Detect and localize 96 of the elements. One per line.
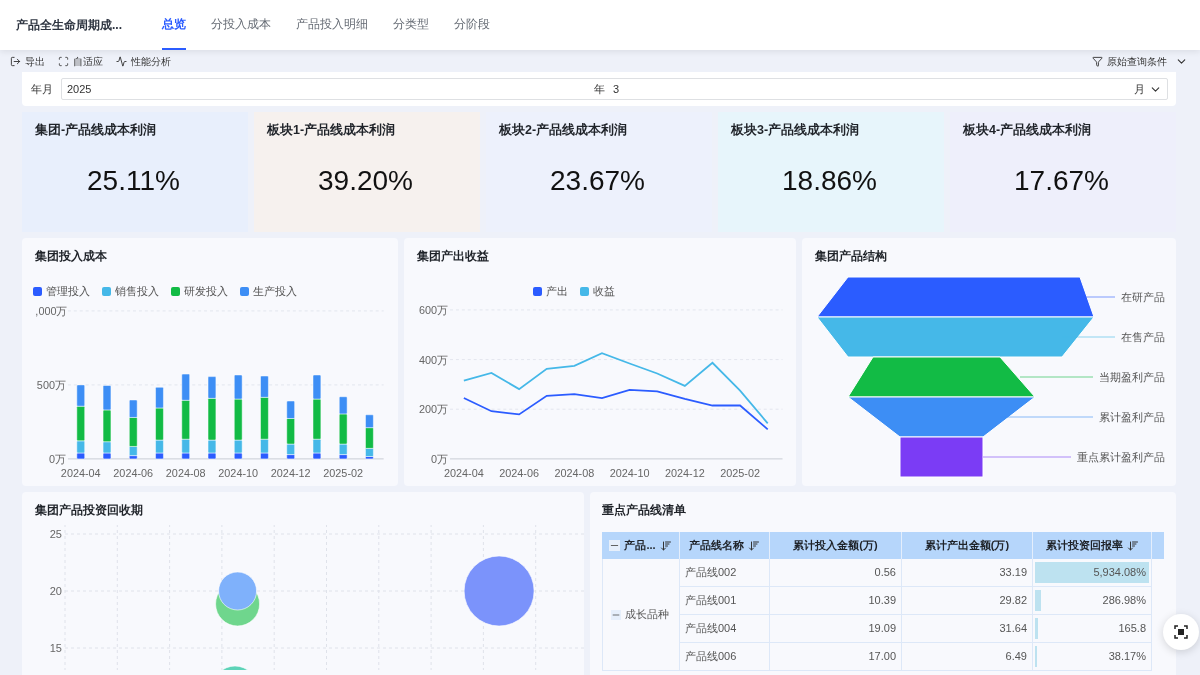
axis-label: 2024-04	[60, 466, 101, 479]
table-cell: 产品线004	[680, 615, 770, 642]
query-conditions-button[interactable]: 原始查询条件	[1092, 53, 1188, 69]
table-cell: 成长品种	[602, 559, 680, 671]
export-icon	[10, 55, 21, 67]
funnel-label: 在售产品	[1121, 331, 1165, 343]
focus-button[interactable]	[1163, 614, 1199, 650]
tab[interactable]: 产品投入明细	[296, 0, 368, 50]
axis-label: 2024-04	[443, 466, 484, 479]
collapse-icon[interactable]	[609, 540, 621, 551]
tab[interactable]: 总览	[162, 0, 186, 50]
toolbar-button[interactable]: 性能分析	[116, 53, 171, 69]
legend-label[interactable]: 销售投入	[115, 283, 159, 300]
table-cell-text: 38.17%	[1108, 649, 1146, 665]
axis-label: 2024-10	[218, 466, 259, 479]
axis-label: 2024-06	[499, 466, 539, 479]
funnel-label: 累计盈利产品	[1099, 411, 1165, 423]
kpi-title: 板块2-产品线成本利润	[499, 122, 629, 139]
table-cell: 产品线001	[680, 587, 770, 614]
kpi-title: 板块3-产品线成本利润	[731, 122, 861, 139]
axis-label: 200万	[419, 402, 449, 415]
toolbar-button[interactable]: 导出	[10, 53, 45, 69]
axis-label: 2025-02	[323, 466, 364, 479]
axis-label: 20	[49, 585, 62, 597]
axis-label: 15	[49, 642, 62, 654]
axis-label: 500万	[36, 378, 66, 391]
column-header[interactable]: 产品...	[602, 532, 680, 559]
table-cell: 10.39	[770, 587, 902, 614]
tab[interactable]: 分阶段	[454, 0, 490, 50]
axis-label: 2024-06	[113, 466, 154, 479]
table-cell: 0.56	[770, 559, 902, 586]
card-title: 集团产出收益	[416, 248, 490, 265]
axis-label: 2025-02	[720, 466, 760, 479]
table-cell: 6.49	[902, 643, 1033, 670]
kpi-title: 板块4-产品线成本利润	[963, 122, 1093, 139]
legend-label[interactable]: 生产投入	[253, 283, 297, 300]
bubble	[463, 555, 535, 627]
kpi-value: 23.67%	[550, 163, 646, 198]
column-header[interactable]: 产品线名称	[680, 532, 770, 559]
bubble	[218, 571, 257, 611]
sort-icon[interactable]	[748, 539, 760, 552]
tab[interactable]: 分类型	[393, 0, 429, 50]
axis-label: 0万	[48, 452, 66, 465]
table-cell-text: 5,934.08%	[1093, 565, 1146, 581]
table-cell: 29.82	[902, 587, 1033, 614]
table-cell: 33.19	[902, 559, 1033, 586]
filter-label: 年月	[31, 81, 53, 97]
date-field[interactable]: 2025 年 3 月	[61, 78, 1168, 100]
kpi-value: 17.67%	[1014, 163, 1110, 198]
tab[interactable]: 分投入成本	[211, 0, 271, 50]
fit-screen-icon	[58, 55, 69, 67]
card-title: 集团产品结构	[814, 248, 888, 265]
funnel-label: 当期盈利产品	[1099, 371, 1165, 383]
table-cell: 产品线006	[680, 643, 770, 670]
table-cell-text: 286.98%	[1102, 593, 1146, 609]
table-cell: 19.09	[770, 615, 902, 642]
axis-label: 2024-10	[609, 466, 650, 479]
column-header[interactable]: 累计产出金额(万)	[902, 532, 1033, 559]
activity-icon	[116, 55, 127, 67]
legend-label[interactable]: 收益	[593, 283, 615, 300]
funnel-label: 重点累计盈利产品	[1077, 451, 1165, 463]
legend-label[interactable]: 产出	[546, 283, 568, 300]
axis-label: 2024-12	[270, 466, 311, 479]
axis-label: 0万	[431, 452, 449, 465]
kpi-title: 板块1-产品线成本利润	[267, 122, 397, 139]
bar-segment	[286, 400, 295, 419]
sort-icon[interactable]	[1126, 539, 1139, 552]
focus-icon	[1174, 625, 1188, 639]
axis-label: 25	[49, 528, 62, 540]
bar-segment	[102, 384, 112, 410]
kpi-value: 25.11%	[87, 163, 181, 198]
legend-label[interactable]: 管理投入	[46, 283, 90, 300]
filter-icon	[1092, 55, 1103, 67]
card-title: 重点产品线清单	[602, 502, 687, 519]
axis-label: 2024-08	[554, 466, 595, 479]
kpi-value: 18.86%	[782, 163, 878, 198]
axis-label: ,000万	[35, 304, 68, 317]
sort-icon[interactable]	[659, 539, 672, 552]
axis-label: 600万	[419, 303, 449, 316]
table-cell: 31.64	[902, 615, 1033, 642]
column-header[interactable]: 累计投入金额(万)	[770, 532, 902, 559]
legend-label[interactable]: 研发投入	[184, 283, 228, 300]
table-cell-text: 165.8	[1118, 621, 1146, 637]
card-title: 集团投入成本	[34, 248, 108, 265]
axis-label: 2024-08	[165, 466, 206, 479]
kpi-title: 集团-产品线成本利润	[35, 122, 158, 139]
report-title: 产品全生命周期成...	[16, 17, 123, 34]
kpi-value: 39.20%	[318, 163, 414, 198]
table-cell: 17.00	[770, 643, 902, 670]
axis-label: 2024-12	[664, 466, 705, 479]
column-header[interactable]: 累计投资回报率	[1033, 532, 1152, 559]
card-title: 集团产品投资回收期	[34, 502, 144, 519]
toolbar-button[interactable]: 自适应	[58, 53, 103, 69]
axis-label: 400万	[419, 353, 449, 365]
funnel-label: 在研产品	[1121, 291, 1165, 303]
table-cell: 产品线002	[680, 559, 770, 586]
